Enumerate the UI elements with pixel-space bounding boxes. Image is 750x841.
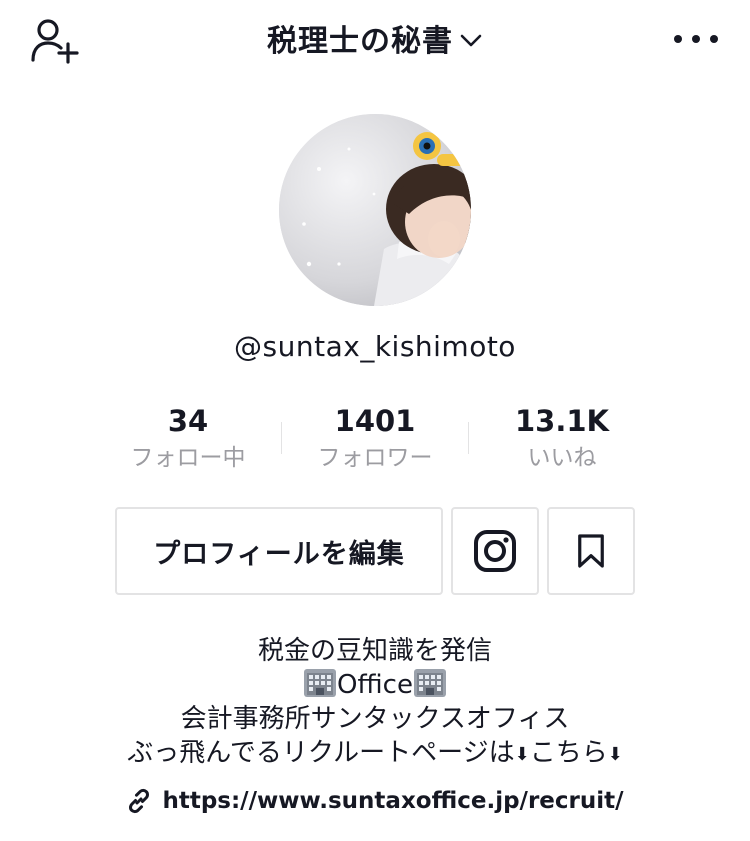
bio-line: 会計事務所サンタックスオフィス [180, 704, 570, 734]
bio: 税金の豆知識を発信 Office 会計事務所サンタックスオフィス ぶっ飛んでるリ… [0, 634, 750, 772]
down-arrow-icon: ⬇ [607, 744, 623, 765]
account-switcher[interactable]: 税理士の秘書 [0, 18, 750, 59]
office-building-icon [304, 669, 337, 697]
username: @suntax_kishimoto [234, 330, 516, 363]
office-building-icon [413, 669, 446, 697]
bio-line: 税金の豆知識を発信 [257, 636, 492, 666]
instagram-icon [474, 530, 516, 572]
edit-profile-button[interactable]: プロフィールを編集 [115, 507, 443, 595]
more-horizontal-icon[interactable] [674, 26, 718, 52]
more-dot [710, 35, 718, 43]
stat-following[interactable]: 34 フォロー中 [95, 404, 281, 474]
more-dot [674, 35, 682, 43]
stat-likes[interactable]: 13.1K いいね [469, 404, 655, 474]
page-title: 税理士の秘書 [267, 24, 453, 59]
header-bar: 税理士の秘書 [0, 0, 750, 80]
bio-line: ぶっ飛んでるリクルートページは⬇こちら⬇ [0, 736, 750, 772]
likes-label: いいね [527, 445, 597, 471]
bio-here-text: こちら [529, 738, 608, 768]
following-label: フォロー中 [130, 445, 246, 471]
profile-link[interactable]: https://www.suntaxoffice.jp/recruit/ [0, 788, 750, 814]
bio-office-text: Office [337, 670, 413, 700]
stat-followers[interactable]: 1401 フォロワー [282, 404, 468, 474]
bookmark-button[interactable] [547, 507, 635, 595]
bio-line: Office [0, 668, 750, 702]
following-count: 34 [167, 404, 209, 438]
bio-recruit-text: ぶっ飛んでるリクルートページは [127, 738, 515, 768]
avatar[interactable] [279, 114, 471, 306]
bookmark-icon [578, 534, 604, 568]
chevron-down-icon [460, 34, 482, 47]
followers-label: フォロワー [317, 445, 433, 471]
followers-count: 1401 [334, 404, 416, 438]
instagram-button[interactable] [451, 507, 539, 595]
down-arrow-icon: ⬇ [514, 744, 530, 765]
profile-page: 税理士の秘書 @suntax_kishimoto 34 フォロー中 1401 フ… [0, 0, 750, 841]
likes-count: 13.1K [514, 404, 610, 438]
link-url: https://www.suntaxoffice.jp/recruit/ [162, 788, 624, 814]
link-icon [129, 788, 150, 814]
more-dot [692, 35, 700, 43]
stats-row: 34 フォロー中 1401 フォロワー 13.1K いいね [95, 404, 655, 474]
